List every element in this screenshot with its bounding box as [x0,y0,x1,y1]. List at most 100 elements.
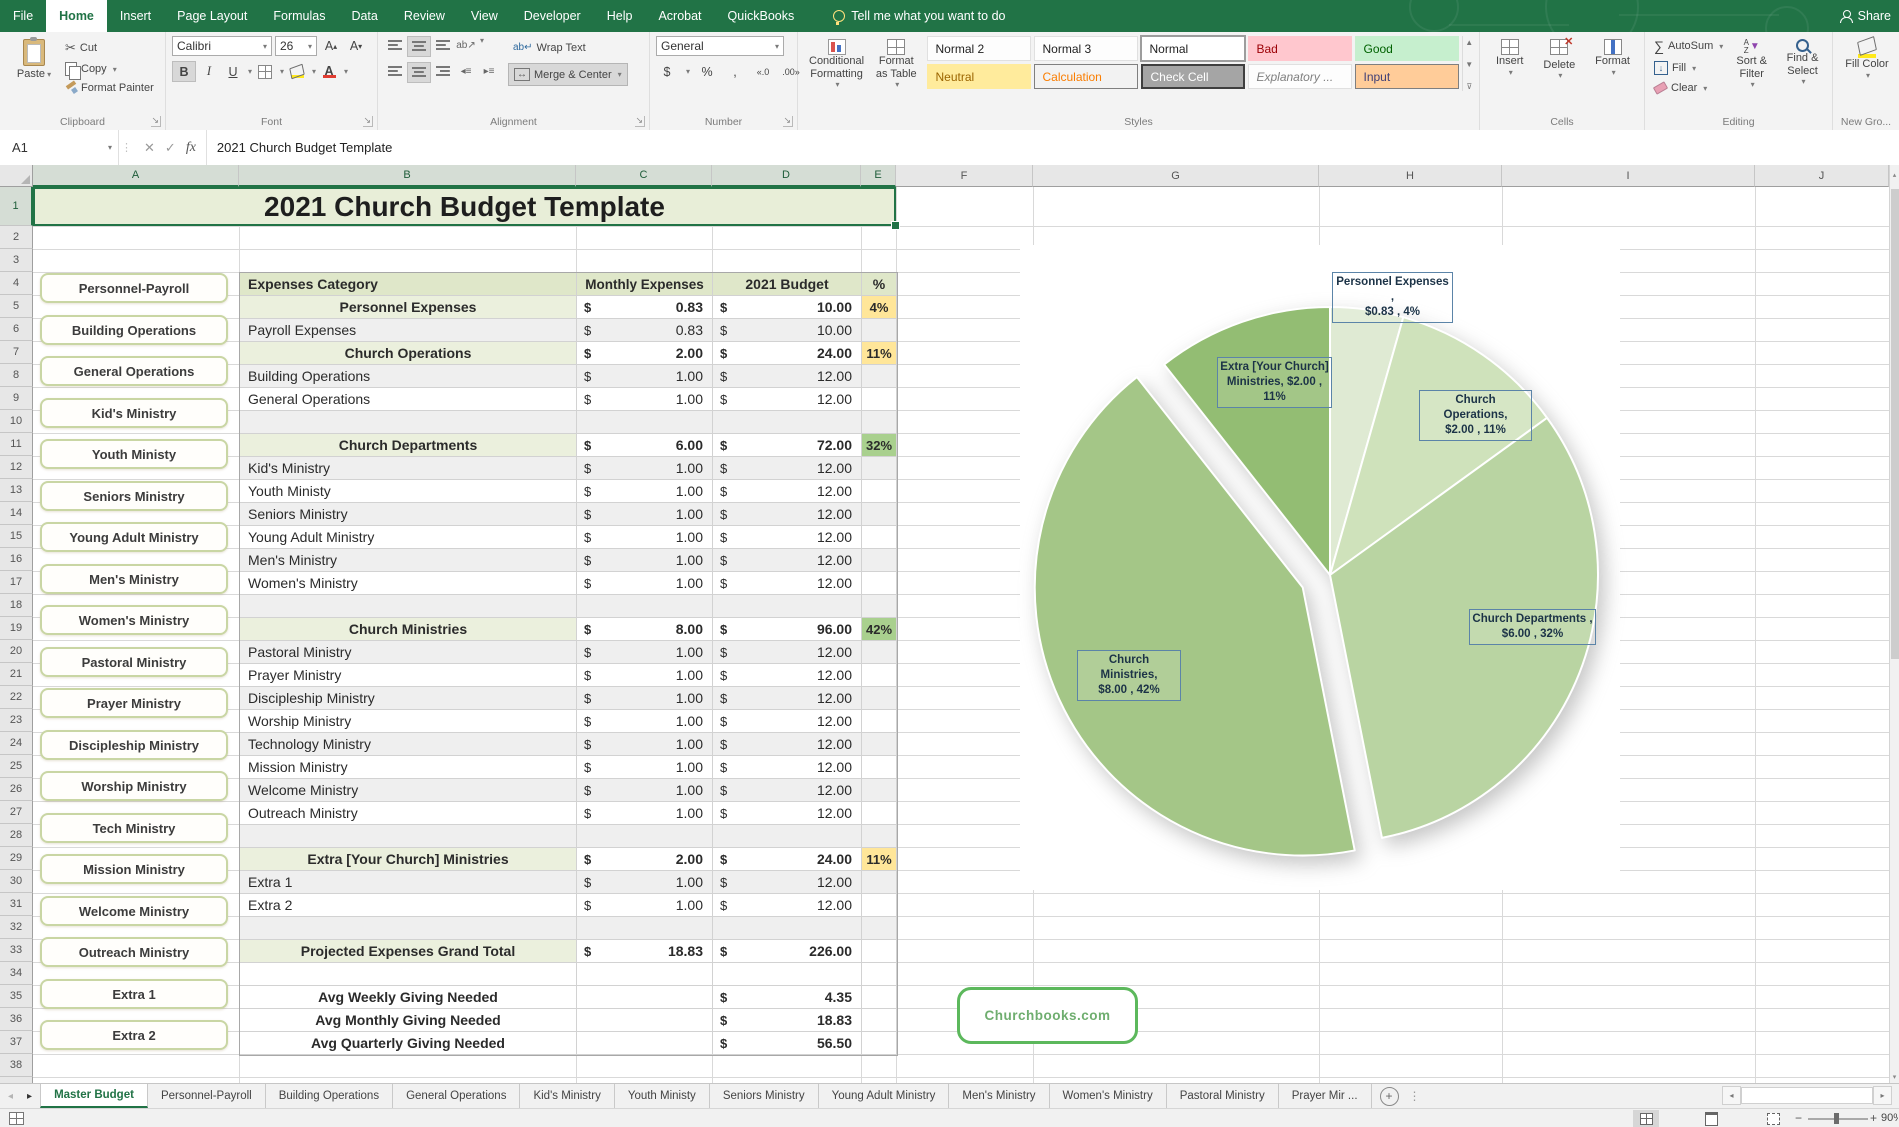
monthly-expense-cell[interactable]: $1.00 [577,641,713,664]
sheet-tab-young-adult-ministry[interactable]: Young Adult Ministry [819,1084,950,1108]
hscroll-left-icon[interactable]: ◂ [1722,1086,1741,1105]
row-header-2[interactable]: 2 [0,226,33,249]
percent-cell[interactable] [862,572,897,595]
monthly-expense-cell[interactable]: $1.00 [577,365,713,388]
sheet-tab-seniors-ministry[interactable]: Seniors Ministry [710,1084,819,1108]
budget-cell[interactable]: $12.00 [713,549,862,572]
empty-cell[interactable] [577,963,713,986]
orientation-icon[interactable]: ab↗ [455,36,477,55]
sidebar-button-extra-2[interactable]: Extra 2 [40,1020,228,1050]
column-header-E[interactable]: E [861,165,896,187]
number-format-combo[interactable]: General▾ [656,36,784,56]
sort-filter-button[interactable]: AZ▼ Sort & Filter▾ [1726,36,1777,112]
bottom-align-icon[interactable] [432,36,454,55]
avg-giving-value-cell[interactable]: $4.35 [713,986,862,1009]
bold-button[interactable]: B [172,61,196,82]
percent-cell[interactable]: 42% [862,618,897,641]
row-header-14[interactable]: 14 [0,502,33,525]
budget-cell[interactable]: $12.00 [713,480,862,503]
row-header-26[interactable]: 26 [0,778,33,801]
increase-decimal-icon[interactable]: «.0 [752,62,774,81]
scroll-up-icon[interactable]: ▴ [1890,165,1899,187]
font-dialog-launcher[interactable]: ↘ [363,116,373,127]
budget-cell[interactable]: $12.00 [713,664,862,687]
column-header-G[interactable]: G [1033,165,1319,187]
shrink-font-button[interactable]: A▾ [345,37,367,56]
row-header-32[interactable]: 32 [0,916,33,939]
row-header-1[interactable]: 1 [0,187,33,226]
format-cells-button[interactable]: Format▾ [1590,36,1635,112]
row-header-22[interactable]: 22 [0,686,33,709]
fill-handle[interactable] [891,221,900,230]
monthly-expense-cell[interactable]: $0.83 [577,296,713,319]
percent-cell[interactable]: 4% [862,296,897,319]
empty-cell[interactable] [713,825,862,848]
percent-cell[interactable] [862,779,897,802]
expense-item-label[interactable]: Technology Ministry [240,733,577,756]
align-left-icon[interactable] [384,62,406,81]
sidebar-button-welcome-ministry[interactable]: Welcome Ministry [40,896,228,926]
clear-button[interactable]: Clear▾ [1651,80,1726,96]
select-all-corner[interactable] [0,165,33,187]
monthly-expense-cell[interactable]: $1.00 [577,894,713,917]
monthly-expense-cell[interactable]: $1.00 [577,572,713,595]
fill-button[interactable]: ↓Fill▾ [1651,59,1726,77]
accounting-format-icon[interactable]: $ [656,62,678,81]
budget-cell[interactable]: $96.00 [713,618,862,641]
sheet-tab-building-operations[interactable]: Building Operations [266,1084,393,1108]
pie-chart-object[interactable]: Personnel Expenses ,$0.83 , 4%Church Ope… [1020,245,1620,890]
font-name-combo[interactable]: Calibri▾ [172,36,272,56]
row-header-17[interactable]: 17 [0,571,33,594]
sidebar-button-personnel-payroll[interactable]: Personnel-Payroll [40,273,228,303]
grow-font-button[interactable]: A▴ [320,37,342,56]
expense-item-label[interactable]: Men's Ministry [240,549,577,572]
monthly-expense-cell[interactable]: $1.00 [577,733,713,756]
budget-cell[interactable]: $226.00 [713,940,862,963]
empty-cell[interactable] [240,963,577,986]
percent-cell[interactable] [862,319,897,342]
align-right-icon[interactable] [432,62,454,81]
font-size-combo[interactable]: 26▾ [275,36,317,56]
paste-button[interactable]: Paste▾ [6,36,62,84]
menu-tab-review[interactable]: Review [391,0,458,32]
cut-button[interactable]: ✂Cut [62,38,161,58]
sidebar-button-pastoral-ministry[interactable]: Pastoral Ministry [40,647,228,677]
budget-cell[interactable]: $12.00 [713,687,862,710]
percent-cell[interactable] [862,503,897,526]
expense-item-label[interactable]: Prayer Ministry [240,664,577,687]
percent-cell[interactable] [862,871,897,894]
fill-color-big-button[interactable]: Fill Color▾ [1839,36,1895,83]
zoom-level[interactable]: 90% [1881,1112,1898,1124]
tab-scroll-left-icon[interactable]: ◂ [8,1091,13,1102]
monthly-expense-cell[interactable]: $1.00 [577,480,713,503]
monthly-expense-cell[interactable]: $2.00 [577,848,713,871]
sidebar-button-kid-s-ministry[interactable]: Kid's Ministry [40,398,228,428]
style-chip-explanatory-[interactable]: Explanatory ... [1248,64,1352,89]
budget-cell[interactable]: $12.00 [713,572,862,595]
monthly-expense-cell[interactable]: $0.83 [577,319,713,342]
expense-item-label[interactable]: Payroll Expenses [240,319,577,342]
budget-cell[interactable]: $12.00 [713,802,862,825]
percent-cell[interactable] [862,756,897,779]
row-header-7[interactable]: 7 [0,341,33,364]
style-chip-normal-2[interactable]: Normal 2 [927,36,1031,61]
middle-align-icon[interactable] [407,36,431,57]
row-header-8[interactable]: 8 [0,364,33,387]
expense-item-label[interactable]: Seniors Ministry [240,503,577,526]
sidebar-button-extra-1[interactable]: Extra 1 [40,979,228,1009]
avg-giving-value-cell[interactable]: $18.83 [713,1009,862,1032]
budget-cell[interactable]: $12.00 [713,526,862,549]
expense-item-label[interactable]: Worship Ministry [240,710,577,733]
percent-cell[interactable] [862,549,897,572]
grand-total-label[interactable]: Projected Expenses Grand Total [240,940,577,963]
budget-cell[interactable]: $72.00 [713,434,862,457]
find-select-button[interactable]: Find & Select▾ [1777,36,1828,112]
churchbooks-link-button[interactable]: Churchbooks.com [957,987,1138,1044]
percent-cell[interactable] [862,802,897,825]
sidebar-button-worship-ministry[interactable]: Worship Ministry [40,771,228,801]
percent-cell[interactable] [862,664,897,687]
percent-cell[interactable] [862,710,897,733]
pie-data-label-church-departments[interactable]: Church Departments ,$6.00 , 32% [1469,609,1596,645]
row-header-33[interactable]: 33 [0,939,33,962]
menu-tab-home[interactable]: Home [46,0,107,32]
